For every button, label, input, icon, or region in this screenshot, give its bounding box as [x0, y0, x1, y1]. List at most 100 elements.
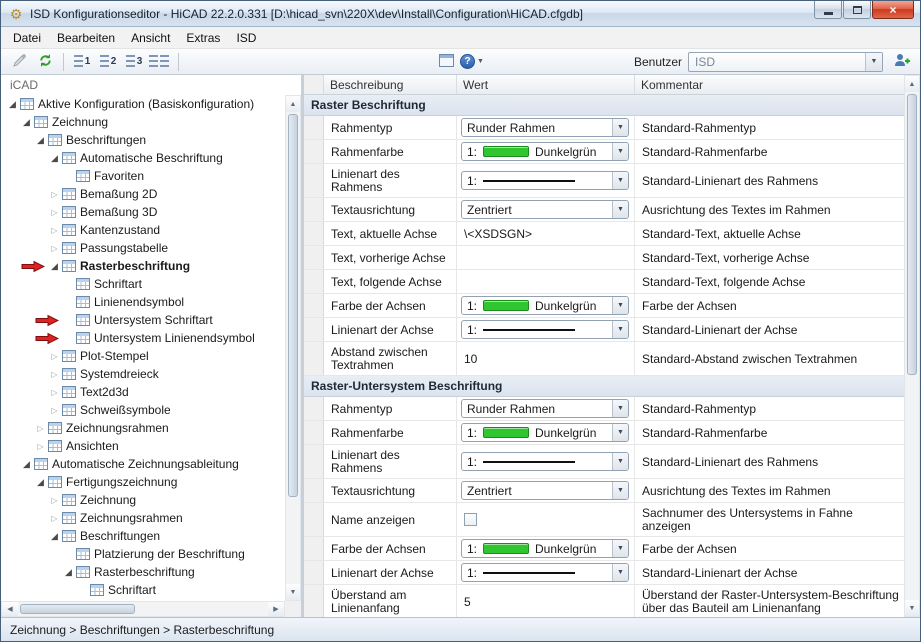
tree-item[interactable]: Untersystem Linienendsymbol	[1, 329, 285, 347]
chevron-down-icon[interactable]: ▼	[612, 540, 628, 557]
scroll-right-icon[interactable]: ▶	[268, 602, 284, 616]
tree-item[interactable]: Untersystem Schriftart	[1, 311, 285, 329]
expand-level-1-button[interactable]: 1	[70, 51, 94, 73]
tree-item[interactable]: ◢Rasterbeschriftung	[1, 563, 285, 581]
tree-item[interactable]: Platzierung der Beschriftung	[1, 545, 285, 563]
expander-icon[interactable]: ▷	[48, 244, 61, 253]
value-text[interactable]: 5	[461, 595, 471, 609]
tree-item[interactable]: Linienendsymbol	[1, 293, 285, 311]
expander-icon[interactable]: ▷	[34, 442, 47, 451]
tree-item[interactable]: ▷Passungstabelle	[1, 239, 285, 257]
tree-item[interactable]: ◢Beschriftungen	[1, 527, 285, 545]
menu-extras[interactable]: Extras	[178, 28, 228, 48]
expand-level-2-button[interactable]: 2	[96, 51, 120, 73]
tree-item[interactable]: ◢Automatische Zeichnungsableitung	[1, 455, 285, 473]
menu-datei[interactable]: Datei	[5, 28, 49, 48]
tree-item[interactable]: ▷Text2d3d	[1, 383, 285, 401]
tree-item[interactable]: ▷Zeichnungsrahmen	[1, 419, 285, 437]
expander-icon[interactable]: ◢	[34, 477, 47, 488]
expander-icon[interactable]: ◢	[20, 117, 33, 128]
expander-icon[interactable]: ▷	[48, 190, 61, 199]
scroll-up-icon[interactable]: ▲	[286, 96, 300, 112]
value-dropdown[interactable]: Runder Rahmen▼	[461, 399, 629, 418]
chevron-down-icon[interactable]: ▼	[612, 482, 628, 499]
expander-icon[interactable]: ▷	[48, 226, 61, 235]
expander-icon[interactable]: ◢	[48, 261, 61, 272]
apply-window-button[interactable]	[434, 51, 458, 73]
expand-all-button[interactable]	[148, 51, 172, 73]
chevron-down-icon[interactable]: ▼	[865, 53, 882, 71]
expander-icon[interactable]: ▷	[48, 352, 61, 361]
expander-icon[interactable]: ◢	[48, 153, 61, 164]
chevron-down-icon[interactable]: ▼	[612, 297, 628, 314]
scroll-left-icon[interactable]: ◀	[2, 602, 18, 616]
tree-item[interactable]: ▷Zeichnung	[1, 491, 285, 509]
expander-icon[interactable]: ▷	[48, 388, 61, 397]
value-text[interactable]: 10	[461, 352, 477, 366]
tree-item[interactable]: ▷Schweißsymbole	[1, 401, 285, 419]
value-dropdown[interactable]: 1:▼	[461, 171, 629, 190]
expander-icon[interactable]: ▷	[48, 406, 61, 415]
chevron-down-icon[interactable]: ▼	[612, 424, 628, 441]
scroll-up-icon[interactable]: ▲	[905, 76, 919, 92]
tree-item[interactable]: ▷Kantenzustand	[1, 221, 285, 239]
value-dropdown[interactable]: 1:Dunkelgrün▼	[461, 296, 629, 315]
tree-item[interactable]: ▷Zeichnungsrahmen	[1, 509, 285, 527]
tree-item[interactable]: ◢Fertigungszeichnung	[1, 473, 285, 491]
expand-level-3-button[interactable]: 3	[122, 51, 146, 73]
expander-icon[interactable]: ▷	[48, 514, 61, 523]
maximize-button[interactable]	[843, 1, 871, 19]
chevron-down-icon[interactable]: ▼	[612, 119, 628, 136]
expander-icon[interactable]: ◢	[34, 135, 47, 146]
tree-item[interactable]: ▷Plot-Stempel	[1, 347, 285, 365]
refresh-button[interactable]	[33, 51, 57, 73]
tree-item[interactable]: ◢Automatische Beschriftung	[1, 149, 285, 167]
value-dropdown[interactable]: 1:▼	[461, 452, 629, 471]
tree-vertical-scrollbar[interactable]: ▲ ▼	[285, 95, 301, 601]
tree-item[interactable]: ▷Systemdreieck	[1, 365, 285, 383]
menu-ansicht[interactable]: Ansicht	[123, 28, 178, 48]
tree-horizontal-scrollbar[interactable]: ◀ ▶	[1, 601, 285, 617]
close-button[interactable]: ×	[872, 1, 914, 19]
expander-icon[interactable]: ◢	[6, 99, 19, 110]
chevron-down-icon[interactable]: ▼	[612, 172, 628, 189]
chevron-down-icon[interactable]: ▼	[612, 201, 628, 218]
value-dropdown[interactable]: 1:Dunkelgrün▼	[461, 142, 629, 161]
expander-icon[interactable]: ◢	[20, 459, 33, 470]
value-dropdown[interactable]: Zentriert▼	[461, 481, 629, 500]
value-dropdown[interactable]: Zentriert▼	[461, 200, 629, 219]
value-dropdown[interactable]: 1:▼	[461, 320, 629, 339]
tree-item[interactable]: ◢Beschriftungen	[1, 131, 285, 149]
chevron-down-icon[interactable]: ▼	[612, 321, 628, 338]
scroll-down-icon[interactable]: ▼	[286, 584, 300, 600]
value-checkbox[interactable]	[464, 513, 477, 526]
expander-icon[interactable]: ▷	[48, 370, 61, 379]
chevron-down-icon[interactable]: ▼	[612, 564, 628, 581]
titlebar[interactable]: ⚙ ISD Konfigurationseditor - HiCAD 22.2.…	[1, 1, 920, 27]
benutzer-combo[interactable]: ISD ▼	[688, 52, 883, 72]
expander-icon[interactable]: ◢	[48, 531, 61, 542]
tree-item[interactable]: ◢Rasterbeschriftung	[1, 257, 285, 275]
expander-icon[interactable]: ◢	[62, 567, 75, 578]
menu-bearbeiten[interactable]: Bearbeiten	[49, 28, 123, 48]
tree-item[interactable]: Schriftart	[1, 275, 285, 293]
tree-item[interactable]: Favoriten	[1, 167, 285, 185]
tree-item[interactable]: Schriftart	[1, 581, 285, 599]
scrollbar-thumb[interactable]	[907, 94, 917, 375]
help-button[interactable]: ? ▼	[460, 51, 484, 73]
tree-item[interactable]: ▷Bemaßung 3D	[1, 203, 285, 221]
tree-item[interactable]: ▷Ansichten	[1, 437, 285, 455]
edit-button[interactable]	[7, 51, 31, 73]
scroll-down-icon[interactable]: ▼	[905, 600, 919, 616]
menu-isd[interactable]: ISD	[228, 28, 264, 48]
value-dropdown[interactable]: 1:▼	[461, 563, 629, 582]
tree-item[interactable]: ◢Aktive Konfiguration (Basiskonfiguratio…	[1, 95, 285, 113]
value-text[interactable]: \<XSDSGN>	[461, 227, 532, 241]
minimize-button[interactable]	[814, 1, 842, 19]
value-dropdown[interactable]: 1:Dunkelgrün▼	[461, 423, 629, 442]
tree-item[interactable]: ◢Zeichnung	[1, 113, 285, 131]
value-dropdown[interactable]: Runder Rahmen▼	[461, 118, 629, 137]
table-vertical-scrollbar[interactable]: ▲ ▼	[904, 75, 920, 617]
expander-icon[interactable]: ▷	[48, 208, 61, 217]
scrollbar-thumb[interactable]	[288, 114, 298, 497]
